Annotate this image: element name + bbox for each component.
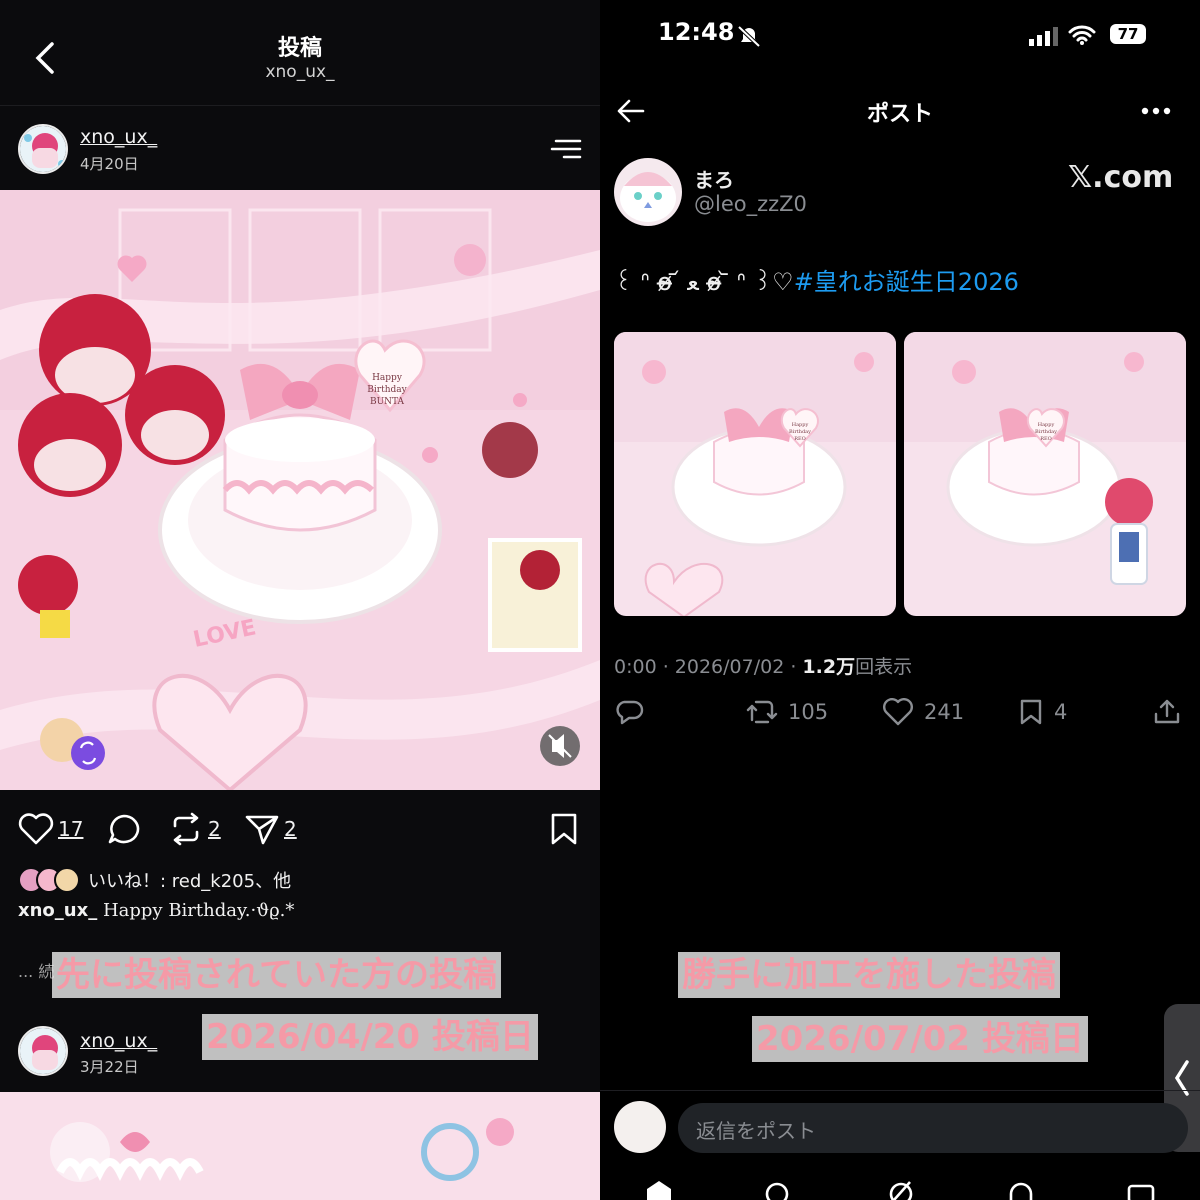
cake-plaque-line1: Happy: [372, 373, 403, 383]
tweet-views: 1.2万: [802, 656, 856, 678]
tweet-hashtag[interactable]: #皇れお誕生日2026: [794, 268, 1019, 296]
post-actions: 17 2 2: [0, 806, 600, 850]
page-title: ポスト: [866, 102, 933, 127]
bottom-nav: [600, 1176, 1200, 1200]
repost-badge-icon: [71, 736, 105, 770]
reply-button[interactable]: [614, 698, 644, 726]
tweet-image[interactable]: Happy Birthday REO: [904, 332, 1186, 616]
messages-icon[interactable]: [1126, 1180, 1156, 1200]
cake-plaque-line1: Happy: [792, 422, 809, 428]
post-caption: xno_ux_ Happy Birthday.·ϑϱ.*: [18, 900, 294, 921]
author-handle[interactable]: @leo_zzZ0: [694, 192, 807, 216]
repost-icon: [173, 812, 199, 846]
left-header: 投稿 xno_ux_: [0, 0, 600, 106]
like-count: 17: [58, 817, 84, 841]
liked-by[interactable]: いいね！: red_k205、他: [18, 866, 291, 894]
cake-plaque-line2: Birthday: [367, 385, 407, 395]
heart-icon: [18, 813, 54, 845]
battery-level: 77: [1117, 25, 1139, 43]
post-username[interactable]: xno_ux_: [80, 126, 157, 148]
reply-composer: 返信をポスト: [600, 1090, 1200, 1162]
send-icon: [245, 815, 279, 845]
share-icon: [1154, 699, 1180, 724]
cake-plaque-line3: REO: [794, 436, 806, 442]
comment-icon: [108, 814, 140, 844]
avatar[interactable]: [18, 124, 68, 174]
tweet-image[interactable]: Happy Birthday REO: [614, 332, 896, 616]
author-avatar[interactable]: [614, 158, 682, 226]
my-avatar[interactable]: [614, 1101, 666, 1153]
tweet-prefix: ꒰ ᐢ o̴̶̷ ᷄ ﻌ o̴̶̷ ᷅ ᐢ ꒱♡: [614, 268, 794, 296]
caption-text: Happy Birthday.·ϑϱ.*: [102, 900, 295, 921]
tweet-time-date: 0:00 · 2026/07/02 ·: [614, 656, 803, 678]
reply-input[interactable]: 返信をポスト: [678, 1103, 1188, 1153]
grok-icon[interactable]: [886, 1180, 916, 1200]
x-watermark: 𝕏.com: [1068, 160, 1174, 195]
liked-by-text: いいね！: red_k205、他: [88, 871, 292, 892]
cake-plaque-line1: Happy: [1038, 422, 1055, 428]
bell-slash-icon: [737, 25, 761, 48]
search-icon[interactable]: [762, 1180, 792, 1200]
bookmark-button[interactable]: [548, 812, 580, 846]
caption-more[interactable]: ... 続: [18, 958, 54, 982]
caption-username[interactable]: xno_ux_: [18, 900, 97, 921]
status-bar: 12:48 77: [600, 14, 1200, 54]
overlay-right-line2: 2026/07/02 投稿日: [752, 1016, 1088, 1062]
home-icon[interactable]: [644, 1180, 674, 1200]
retweet-button[interactable]: 105: [746, 698, 828, 726]
post-photo[interactable]: Happy Birthday BUNTA LOVE: [0, 190, 600, 790]
comment-button[interactable]: [106, 812, 142, 846]
overlay-left-line1: 先に投稿されていた方の投稿: [52, 952, 501, 998]
cake-plaque-line3: BUNTA: [370, 397, 405, 407]
like-count: 241: [924, 700, 965, 724]
right-header: ポスト: [600, 86, 1200, 138]
like-button[interactable]: 241: [882, 698, 964, 726]
menu-icon[interactable]: [550, 136, 584, 160]
tweet-text: ꒰ ᐢ o̴̶̷ ᷄ ﻌ o̴̶̷ ᷅ ᐢ ꒱♡#皇れお誕生日2026: [614, 262, 1019, 297]
bookmark-button[interactable]: 4: [1018, 698, 1067, 726]
avatar-image: [20, 1028, 66, 1074]
avatar[interactable]: [18, 1026, 68, 1076]
notifications-icon[interactable]: [1006, 1180, 1036, 1200]
retweet-count: 105: [788, 700, 829, 724]
heart-icon: [883, 698, 913, 726]
repost-button[interactable]: 2: [168, 812, 221, 846]
cake-plaque-line2: Birthday: [1035, 429, 1057, 435]
bookmark-count: 4: [1054, 700, 1068, 724]
avatar-image: [20, 126, 66, 172]
post-username[interactable]: xno_ux_: [80, 1030, 157, 1052]
overlay-right-line1: 勝手に加工を施した投稿: [678, 952, 1060, 998]
overlay-left-line2: 2026/04/20 投稿日: [202, 1014, 538, 1060]
post-photo[interactable]: [0, 1092, 600, 1200]
wifi-icon: [1068, 25, 1096, 45]
acrylic-stand-character: [1105, 478, 1153, 585]
tweet-views-label: 回表示: [855, 656, 913, 678]
like-button[interactable]: 17: [18, 812, 83, 846]
tweet-meta: 0:00 · 2026/07/02 · 1.2万回表示: [614, 652, 912, 679]
bookmark-icon: [551, 813, 577, 845]
share-button[interactable]: [1152, 698, 1182, 726]
battery-icon: 77: [1110, 24, 1146, 44]
retweet-icon: [746, 700, 778, 724]
page-title: 投稿: [277, 36, 322, 61]
signal-icon: [1029, 27, 1058, 46]
page-subtitle: xno_ux_: [265, 62, 335, 82]
more-options-icon[interactable]: [1140, 106, 1172, 116]
status-time: 12:48: [658, 18, 735, 46]
bookmark-icon: [1020, 699, 1042, 725]
liker-avatar: [54, 867, 80, 893]
post-date: 4月20日: [80, 155, 139, 173]
share-button[interactable]: 2: [244, 812, 297, 846]
post-date: 3月22日: [80, 1058, 139, 1076]
repost-count: 2: [208, 817, 221, 841]
share-count: 2: [284, 817, 297, 841]
author-name[interactable]: まろ: [694, 164, 734, 193]
cake-plaque-line3: REO: [1040, 436, 1052, 442]
reply-icon: [616, 700, 644, 725]
cake-plaque-line2: Birthday: [789, 429, 811, 435]
